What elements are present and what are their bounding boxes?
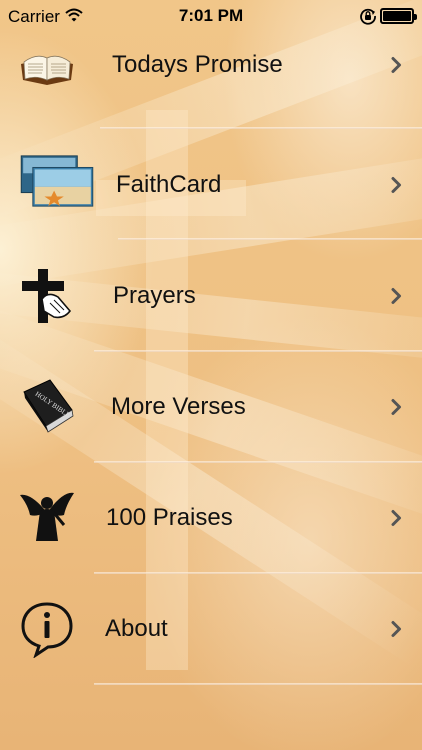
menu-item-about[interactable]: About <box>0 574 422 684</box>
menu-item-faithcard[interactable]: FaithCard <box>0 130 422 240</box>
cross-praying-hands-icon <box>22 269 72 323</box>
chevron-right-icon <box>391 621 401 637</box>
app-screen: Carrier 7:01 PM Todays Promise FaithCard… <box>0 0 422 750</box>
menu-item-label: Todays Promise <box>112 51 283 78</box>
chevron-right-icon <box>391 177 401 193</box>
menu-item-more-verses[interactable]: HOLY BIBLE More Verses <box>0 352 422 462</box>
menu-list: Todays Promise FaithCard Prayers HOLY BI… <box>0 0 422 750</box>
row-separator <box>118 238 422 240</box>
battery-icon <box>380 8 417 24</box>
open-bible-icon <box>21 55 73 85</box>
menu-item-label: About <box>105 615 168 642</box>
chevron-right-icon <box>391 399 401 415</box>
status-bar: Carrier 7:01 PM <box>0 0 422 40</box>
menu-item-label: Prayers <box>113 282 196 309</box>
info-speech-bubble-icon <box>21 602 73 658</box>
menu-item-100-praises[interactable]: 100 Praises <box>0 463 422 573</box>
holy-bible-book-icon: HOLY BIBLE <box>23 379 74 433</box>
chevron-right-icon <box>391 510 401 526</box>
chevron-right-icon <box>391 288 401 304</box>
menu-item-label: More Verses <box>111 393 246 420</box>
row-separator <box>100 127 422 129</box>
menu-item-label: FaithCard <box>116 171 222 198</box>
menu-item-prayers[interactable]: Prayers <box>0 241 422 351</box>
chevron-right-icon <box>391 57 401 73</box>
angel-icon <box>20 492 74 541</box>
row-separator <box>94 683 422 685</box>
faith-card-icon <box>20 155 94 207</box>
menu-item-label: 100 Praises <box>106 504 233 531</box>
orientation-lock-icon <box>360 8 376 25</box>
